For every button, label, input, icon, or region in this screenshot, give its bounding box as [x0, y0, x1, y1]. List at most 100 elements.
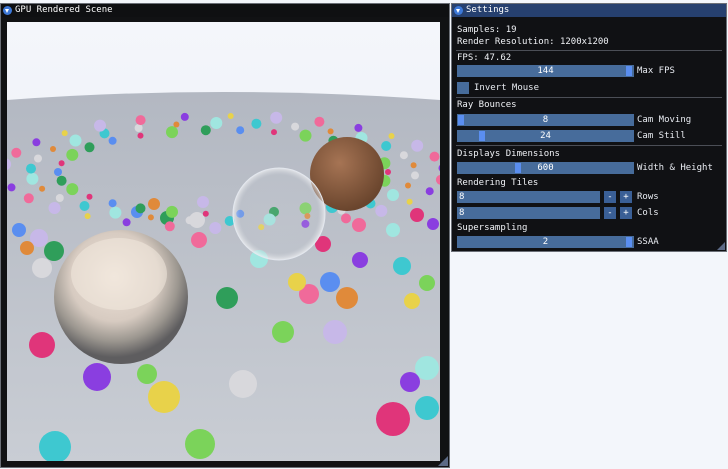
scene-sphere — [137, 132, 144, 139]
cols-increment-button[interactable]: + — [620, 207, 632, 219]
scene-image — [7, 22, 440, 461]
rows-label: Rows — [637, 192, 659, 202]
scene-sphere — [320, 272, 340, 292]
width-height-slider[interactable]: 600 — [457, 162, 634, 174]
scene-sphere — [86, 193, 93, 200]
scene-sphere — [122, 218, 131, 227]
rendered-scene-viewport[interactable] — [7, 22, 440, 461]
scene-sphere — [393, 257, 411, 275]
scene-sphere — [411, 171, 419, 180]
scene-sphere — [288, 273, 306, 291]
width-height-label: Width & Height — [637, 163, 713, 173]
scene-sphere — [229, 370, 257, 398]
scene-sphere — [11, 147, 22, 158]
scene-sphere — [299, 129, 312, 142]
separator — [456, 145, 722, 146]
ssaa-slider[interactable]: 2 — [457, 236, 634, 248]
scene-sphere — [323, 320, 347, 344]
cam-still-slider[interactable]: 24 — [457, 130, 634, 142]
scene-sphere — [7, 183, 16, 192]
scene-sphere — [381, 141, 392, 151]
scene-sphere — [352, 218, 366, 232]
scene-sphere — [197, 196, 209, 208]
scene-sphere — [66, 183, 79, 196]
render-window-title: GPU Rendered Scene — [15, 5, 113, 15]
scene-sphere — [200, 125, 211, 136]
scene-sphere — [314, 116, 325, 127]
render-resolution-text: Render Resolution: 1200x1200 — [457, 37, 609, 47]
scene-sphere — [84, 142, 95, 153]
scene-sphere — [216, 287, 238, 309]
scene-sphere — [108, 136, 117, 145]
rows-decrement-button[interactable]: - — [604, 191, 616, 203]
scene-sphere — [23, 193, 34, 204]
scene-sphere — [56, 175, 67, 186]
collapse-arrow-icon[interactable] — [454, 6, 463, 15]
scene-sphere — [148, 198, 160, 210]
scene-sphere — [385, 169, 391, 175]
scene-sphere — [135, 203, 146, 214]
cam-moving-slider[interactable]: 8 — [457, 114, 634, 126]
scene-sphere — [94, 119, 106, 132]
scene-sphere — [26, 172, 39, 185]
scene-sphere — [180, 112, 189, 121]
separator — [456, 97, 722, 98]
scene-sphere — [66, 148, 79, 161]
scene-sphere — [147, 214, 154, 221]
settings-window: Settings Samples: 19 Render Resolution: … — [451, 3, 727, 252]
settings-title: Settings — [466, 5, 510, 15]
scene-sphere — [387, 189, 399, 201]
settings-titlebar[interactable]: Settings — [452, 4, 726, 17]
scene-sphere — [272, 321, 294, 343]
scene-sphere — [48, 202, 61, 214]
max-fps-value: 144 — [537, 66, 554, 76]
scene-sphere — [108, 199, 117, 208]
cols-decrement-button[interactable]: - — [604, 207, 616, 219]
collapse-arrow-icon[interactable] — [3, 6, 12, 15]
scene-sphere — [202, 210, 209, 217]
scene-sphere — [388, 133, 395, 139]
render-window: GPU Rendered Scene — [0, 3, 450, 468]
scene-sphere — [427, 218, 439, 230]
cols-input[interactable]: 8 — [457, 207, 600, 219]
scene-sphere — [55, 194, 64, 202]
scene-sphere — [270, 111, 283, 124]
scene-sphere — [20, 241, 34, 255]
rows-input[interactable]: 8 — [457, 191, 600, 203]
width-height-value: 600 — [537, 163, 554, 173]
resize-grip[interactable] — [717, 242, 725, 250]
scene-sphere — [354, 123, 363, 132]
scene-sphere — [79, 201, 90, 211]
scene-sphere — [404, 293, 420, 309]
rows-increment-button[interactable]: + — [620, 191, 632, 203]
cam-still-value: 24 — [540, 131, 551, 141]
scene-sphere — [185, 216, 194, 225]
scene-sphere — [148, 381, 180, 413]
render-window-titlebar[interactable]: GPU Rendered Scene — [1, 4, 449, 17]
scene-sphere — [210, 117, 223, 129]
scene-sphere — [419, 275, 435, 291]
scene-sphere — [327, 128, 334, 135]
ssaa-value: 2 — [542, 237, 549, 247]
scene-sphere — [166, 126, 178, 139]
ray-bounces-header: Ray Bounces — [457, 100, 517, 110]
scene-sphere — [61, 130, 68, 137]
scene-sphere — [209, 222, 222, 234]
scene-sphere — [415, 396, 439, 420]
scene-sphere — [34, 154, 42, 163]
scene-sphere — [164, 221, 175, 232]
scene-sphere — [425, 187, 434, 196]
scene-sphere — [406, 198, 413, 205]
max-fps-slider[interactable]: 144 — [457, 65, 634, 77]
scene-sphere — [26, 163, 36, 174]
scene-sphere — [12, 223, 26, 237]
resize-grip[interactable] — [438, 456, 448, 466]
invert-mouse-checkbox[interactable] — [457, 82, 469, 94]
cam-moving-value: 8 — [542, 115, 549, 125]
scene-sphere — [341, 213, 351, 224]
scene-sphere — [227, 113, 234, 119]
display-dimensions-header: Displays Dimensions — [457, 149, 560, 159]
scene-sphere — [109, 206, 122, 219]
scene-sphere — [399, 151, 408, 160]
scene-sphere — [271, 129, 277, 136]
